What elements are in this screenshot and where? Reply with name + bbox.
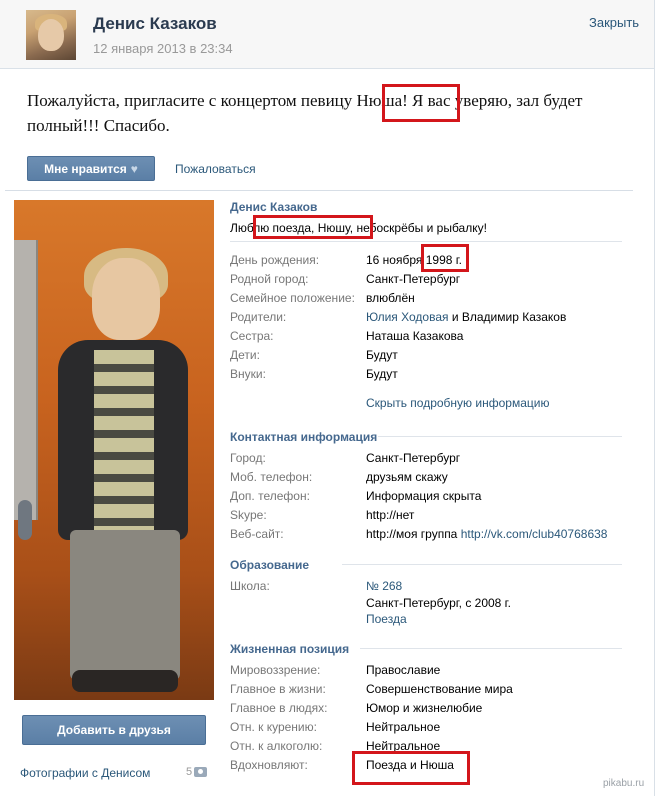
relationship-value[interactable]: влюблён	[366, 291, 415, 305]
photos-link[interactable]: Фотографии с Денисом	[20, 766, 150, 780]
photos-count: 5	[186, 766, 193, 778]
hometown-value[interactable]: Санкт-Петербург	[366, 272, 460, 286]
contact-row-website: Веб-сайт: http://моя группа http://vk.co…	[230, 527, 608, 541]
profile-name: Денис Казаков	[230, 200, 318, 214]
info-row-birthday: День рождения: 16 ноября 1998 г.	[230, 253, 462, 267]
like-label: Мне нравится	[44, 161, 127, 176]
sister-value: Наташа Казакова	[366, 329, 464, 343]
profile-status: Люблю поезда, Нюшу, небоскрёбы и рыбалку…	[230, 221, 487, 235]
contact-section-title: Контактная информация	[230, 430, 378, 444]
birthday-value[interactable]: 16 ноября 1998 г.	[366, 253, 462, 267]
close-button[interactable]: Закрыть	[589, 15, 639, 30]
education-section-title: Образование	[230, 558, 310, 572]
post-date: 12 января 2013 в 23:34	[93, 41, 233, 56]
inspired-by-value: Поезда и Нюша	[366, 758, 454, 772]
info-row-grandchildren: Внуки: Будут	[230, 367, 398, 381]
school-number-link[interactable]: № 268	[366, 579, 402, 593]
heart-icon: ♥	[130, 161, 138, 176]
parent-father: Владимир Казаков	[461, 310, 567, 324]
author-name[interactable]: Денис Казаков	[93, 14, 217, 34]
author-avatar[interactable]	[26, 10, 76, 60]
contact-row-phone: Доп. телефон: Информация скрыта	[230, 489, 482, 503]
life-row-inspired-by: Вдохновляют: Поезда и Нюша	[230, 758, 454, 772]
contact-row-skype: Skype: http://нет	[230, 508, 415, 522]
divider	[342, 564, 622, 565]
life-section-title: Жизненная позиция	[230, 642, 350, 656]
hide-info-link[interactable]: Скрыть подробную информацию	[366, 396, 549, 410]
post-text: Пожалуйста, пригласите с концертом певиц…	[27, 91, 583, 135]
contact-row-mobile: Моб. телефон: друзьям скажу	[230, 470, 448, 484]
add-friend-button[interactable]: Добавить в друзья	[22, 715, 206, 745]
life-row-main-in-life: Главное в жизни: Совершенствование мира	[230, 682, 513, 696]
watermark: pikabu.ru	[603, 778, 645, 789]
post-header	[0, 0, 654, 69]
info-row-sister: Сестра: Наташа Казакова	[230, 329, 464, 343]
divider	[360, 648, 622, 649]
info-row-parents: Родители: Юлия Ходовая и Владимир Казако…	[230, 310, 567, 324]
life-row-alcohol: Отн. к алкоголю: Нейтральное	[230, 739, 441, 753]
profile-photo[interactable]	[14, 200, 214, 700]
divider	[230, 241, 622, 242]
info-row-relationship: Семейное положение: влюблён	[230, 291, 415, 305]
school-city-years: Санкт-Петербург, с 2008 г.	[366, 596, 511, 610]
parent-mother-link[interactable]: Юлия Ходовая	[366, 310, 449, 324]
report-link[interactable]: Пожаловаться	[175, 162, 256, 176]
life-row-main-in-people: Главное в людях: Юмор и жизнелюбие	[230, 701, 483, 715]
website-link[interactable]: http://vk.com/club40768638	[461, 527, 608, 541]
info-row-children: Дети: Будут	[230, 348, 398, 362]
contact-row-city: Город: Санкт-Петербург	[230, 451, 461, 465]
like-button[interactable]: Мне нравится ♥	[27, 156, 155, 181]
divider	[378, 436, 622, 437]
life-row-worldview: Мировоззрение: Православие	[230, 663, 441, 677]
school-specialty-link[interactable]: Поезда	[366, 612, 407, 626]
camera-icon	[194, 767, 207, 777]
life-row-smoking: Отн. к курению: Нейтральное	[230, 720, 441, 734]
info-row-hometown: Родной город: Санкт-Петербург	[230, 272, 461, 286]
